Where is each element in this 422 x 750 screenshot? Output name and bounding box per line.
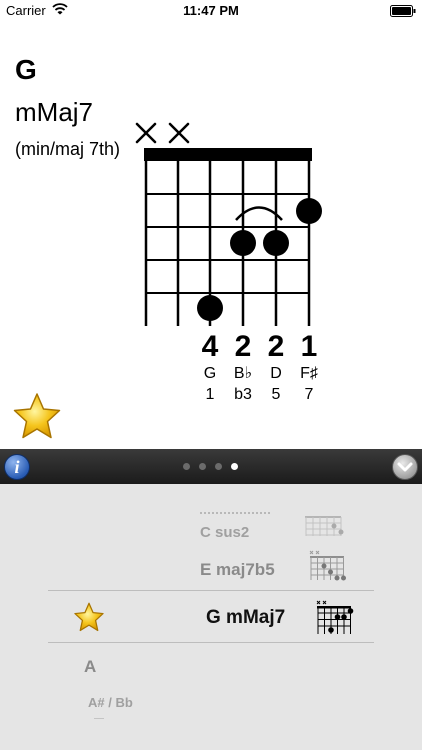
picker-item-selected[interactable]: G mMaj7 xyxy=(206,607,285,629)
finger-number: 2 xyxy=(268,330,285,363)
page-dot[interactable] xyxy=(183,463,190,470)
nut xyxy=(144,148,312,161)
note-name: G xyxy=(204,365,216,382)
picker-root-item[interactable]: A xyxy=(84,657,96,677)
picker-item[interactable]: C sus2 xyxy=(200,524,249,541)
interval-label: 1 xyxy=(206,386,215,403)
star-icon[interactable] xyxy=(73,602,105,637)
mini-chord-diagram xyxy=(316,600,354,634)
finger-dot xyxy=(230,230,256,256)
picker-root-item[interactable]: A# / Bb xyxy=(88,695,133,710)
status-bar: Carrier 11:47 PM xyxy=(0,0,422,22)
interval-label: 7 xyxy=(305,386,314,403)
interval-label: b3 xyxy=(234,386,252,403)
toolbar: i xyxy=(0,449,422,484)
mini-chord-diagram xyxy=(309,550,346,581)
chord-picker[interactable]: C sus2 E maj7b5 G mMaj7 A A# / Bb xyxy=(0,484,422,750)
mini-chord-diagram xyxy=(305,516,344,536)
chevron-down-icon[interactable] xyxy=(392,454,418,480)
finger-dot xyxy=(263,230,289,256)
finger-number: 1 xyxy=(301,330,318,363)
finger-dot xyxy=(197,295,223,321)
page-dot[interactable] xyxy=(199,463,206,470)
muted-string-marker xyxy=(135,122,157,144)
finger-number: 4 xyxy=(202,330,219,363)
finger-number: 2 xyxy=(235,330,252,363)
page-dot[interactable] xyxy=(215,463,222,470)
muted-string-marker xyxy=(168,122,190,144)
note-name: D xyxy=(270,365,282,382)
status-time: 11:47 PM xyxy=(183,3,239,18)
info-icon[interactable]: i xyxy=(4,454,30,480)
star-icon[interactable] xyxy=(12,392,62,445)
battery-icon xyxy=(390,5,416,20)
page-dot-active[interactable] xyxy=(231,463,238,470)
selection-divider xyxy=(48,642,374,643)
picker-item[interactable]: E maj7b5 xyxy=(200,560,275,580)
chord-root: G xyxy=(15,54,37,85)
partial-row xyxy=(94,718,104,719)
note-name: F♯ xyxy=(300,365,318,382)
partial-row xyxy=(200,512,270,516)
interval-label: 5 xyxy=(272,386,281,403)
note-name: B♭ xyxy=(234,365,252,382)
selection-divider xyxy=(48,590,374,591)
finger-dot xyxy=(296,198,322,224)
chord-diagram: 4 2 2 1 G B♭ D F♯ 1 b3 5 7 xyxy=(135,122,322,403)
